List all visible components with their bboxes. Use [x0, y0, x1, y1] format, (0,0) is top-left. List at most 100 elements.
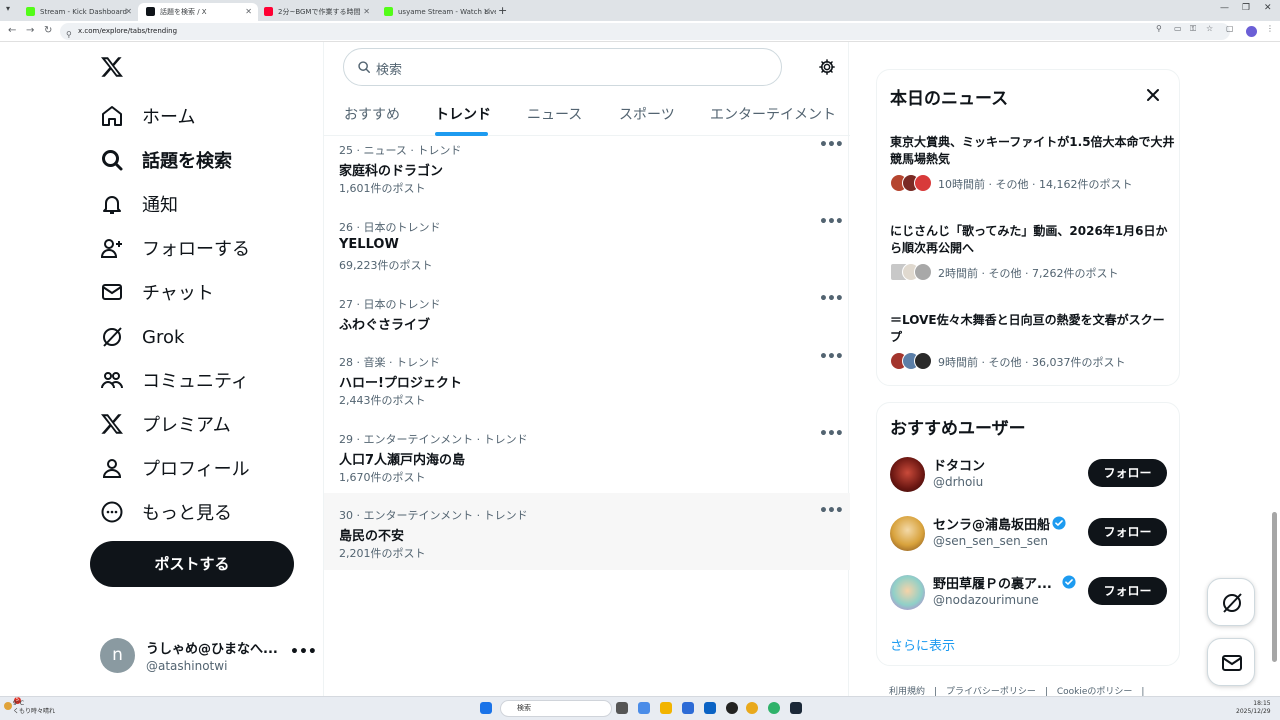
nav-item-communities[interactable]: コミュニティ [100, 360, 249, 400]
taskbar-search[interactable]: 検索 [500, 700, 612, 717]
more-icon[interactable]: ••• [819, 503, 844, 519]
x-logo-icon[interactable] [100, 54, 124, 80]
forward-icon[interactable]: → [26, 25, 34, 36]
trend-item[interactable]: 30 · エンターテインメント · トレンド 島民の不安 2,201件のポスト … [324, 493, 850, 570]
messages-button[interactable] [1207, 638, 1255, 686]
nav-item-grok[interactable]: Grok [100, 317, 184, 357]
more-icon[interactable]: ••• [819, 349, 844, 365]
weather-widget[interactable]: 9°C くもり時々晴れ [13, 700, 55, 716]
browser-tab-kick-stream[interactable]: usyame Stream - Watch Live on Kick ✕ [376, 3, 496, 21]
nav-item-more[interactable]: もっと見る [100, 492, 232, 532]
more-icon[interactable]: ••• [819, 137, 844, 153]
post-button[interactable]: ポストする [90, 541, 294, 587]
address-bar[interactable]: ⚲ x.com/explore/tabs/trending [60, 23, 1230, 40]
windows-start-icon[interactable] [480, 702, 492, 714]
news-headline: ＝LOVE佐々木舞香と日向亘の熱愛を文春がスクープ [890, 313, 1165, 344]
nav-item-explore[interactable]: 話題を検索 [100, 140, 232, 180]
follow-button[interactable]: フォロー [1088, 577, 1167, 605]
file-explorer-icon[interactable] [660, 702, 672, 714]
follow-button[interactable]: フォロー [1088, 518, 1167, 546]
steam-icon[interactable] [790, 702, 802, 714]
restore-icon[interactable]: ❐ [1242, 3, 1250, 13]
nav-item-premium[interactable]: プレミアム [100, 404, 231, 444]
avatar [914, 263, 932, 281]
back-icon[interactable]: ← [8, 25, 16, 36]
nav-item-home[interactable]: ホーム [100, 96, 195, 136]
password-icon[interactable]: ⚿ [1190, 24, 1196, 34]
new-tab-icon[interactable]: + [498, 4, 507, 17]
news-item[interactable]: ＝LOVE佐々木舞香と日向亘の熱愛を文春がスクープ 9時間前 · その他 · 3… [890, 312, 1175, 372]
taskbar-clock[interactable]: 18:15 2025/12/29 [1236, 700, 1271, 716]
cast-icon[interactable]: ▭ [1174, 24, 1182, 33]
weather-temp: 9°C [13, 700, 25, 707]
chrome-icon[interactable] [768, 702, 780, 714]
close-tab-icon[interactable]: ✕ [363, 5, 370, 19]
trend-title: 家庭科のドラゴン [339, 164, 444, 179]
tab-title: Stream - Kick Dashboard [40, 8, 127, 16]
user-row[interactable]: 野田草履Ｐの裏ア... @nodazourimune フォロー [890, 573, 1170, 613]
news-item[interactable]: にじさんじ「歌ってみた」動画、2026年1月6日から順次再公開へ 2時間前 · … [890, 223, 1175, 283]
close-window-icon[interactable]: ✕ [1264, 3, 1272, 13]
tab-trending[interactable]: トレンド [435, 104, 491, 124]
search-input[interactable]: 検索 [376, 59, 402, 78]
site-info-icon[interactable]: ⚲ [66, 26, 72, 43]
reload-icon[interactable]: ↻ [44, 25, 52, 36]
tab-entertainment[interactable]: エンターテイメント [710, 104, 836, 124]
tab-news[interactable]: ニュース [527, 104, 582, 124]
tab-menu-icon[interactable]: ▾ [6, 4, 10, 13]
show-more-link[interactable]: さらに表示 [890, 635, 955, 654]
widgets-icon[interactable] [638, 702, 650, 714]
more-icon[interactable]: ••• [819, 426, 844, 442]
nav-item-follow[interactable]: フォローする [100, 228, 250, 268]
browser-tab-youtube[interactable]: 2分~BGMで作業する時間 ✕ [256, 3, 376, 21]
trend-item[interactable]: 29 · エンターテインメント · トレンド 人口7人瀬戸内海の島 1,670件… [324, 426, 850, 503]
weather-icon[interactable] [4, 702, 12, 710]
follow-button[interactable]: フォロー [1088, 459, 1167, 487]
close-tab-icon[interactable]: ✕ [483, 5, 490, 19]
nav-label: もっと見る [142, 503, 232, 524]
tab-sports[interactable]: スポーツ [619, 104, 675, 124]
store-icon[interactable] [682, 702, 694, 714]
page-scrollbar[interactable] [1272, 512, 1277, 662]
close-tab-icon[interactable]: ✕ [125, 5, 132, 19]
app-icon[interactable] [726, 702, 738, 714]
nav-item-profile[interactable]: プロフィール [100, 448, 250, 488]
close-tab-icon[interactable]: ✕ [245, 5, 252, 19]
user-row[interactable]: センラ@浦島坂田船 @sen_sen_sen_sen フォロー [890, 514, 1170, 554]
nav-item-notifications[interactable]: 通知 [100, 184, 178, 224]
app-icon[interactable] [746, 702, 758, 714]
nav-item-chat[interactable]: チャット [100, 272, 214, 312]
browser-tab-kick-dashboard[interactable]: Stream - Kick Dashboard ✕ [18, 3, 138, 21]
browser-tab-x-explore[interactable]: 話題を検索 / X ✕ [138, 3, 258, 21]
news-item[interactable]: 東京大賞典、ミッキーファイトが1.5倍大本命で大井競馬場熱気 10時間前 · そ… [890, 134, 1175, 194]
search-box[interactable]: 検索 [343, 48, 782, 86]
trend-count: 2,443件のポスト [339, 394, 426, 407]
minimize-icon[interactable]: — [1220, 3, 1229, 13]
profile-avatar[interactable] [1246, 26, 1257, 37]
more-icon[interactable]: ••• [819, 291, 844, 307]
trend-item[interactable]: 26 · 日本のトレンド YELLOW 69,223件のポスト ••• [324, 214, 850, 291]
user-name: ドタコン [933, 459, 986, 474]
extensions-icon[interactable]: ▢ [1226, 24, 1234, 33]
url-text: x.com/explore/tabs/trending [78, 27, 178, 35]
bookmark-star-icon[interactable]: ☆ [1206, 24, 1213, 33]
mail-icon [1222, 655, 1242, 671]
tab-for-you[interactable]: おすすめ [344, 104, 400, 124]
grok-button[interactable] [1207, 578, 1255, 626]
zoom-icon[interactable]: ⚲ [1156, 24, 1162, 33]
gear-icon[interactable] [818, 58, 836, 76]
os-taskbar: 5 9°C くもり時々晴れ 検索 18:15 2025/12/29 [0, 696, 1280, 720]
avatar [890, 575, 925, 610]
user-row[interactable]: ドタコン @drhoiu フォロー [890, 455, 1170, 495]
more-icon[interactable]: ••• [819, 214, 844, 230]
trend-item[interactable]: 25 · ニュース · トレンド 家庭科のドラゴン 1,601件のポスト ••• [324, 137, 850, 214]
close-icon[interactable] [1145, 87, 1161, 103]
browser-menu-icon[interactable]: ⋮ [1266, 24, 1274, 33]
task-view-icon[interactable] [616, 702, 628, 714]
trend-item[interactable]: 27 · 日本のトレンド ふわぐさライブ ••• [324, 291, 850, 349]
account-switcher[interactable]: n うしゃめ@ひまなへ... @atashinotwi ••• [100, 638, 317, 678]
outlook-icon[interactable] [704, 702, 716, 714]
trend-item[interactable]: 28 · 音楽 · トレンド ハロー!プロジェクト 2,443件のポスト ••• [324, 349, 850, 426]
panel-title: おすすめユーザー [890, 419, 1026, 439]
account-more-icon[interactable]: ••• [290, 644, 317, 660]
